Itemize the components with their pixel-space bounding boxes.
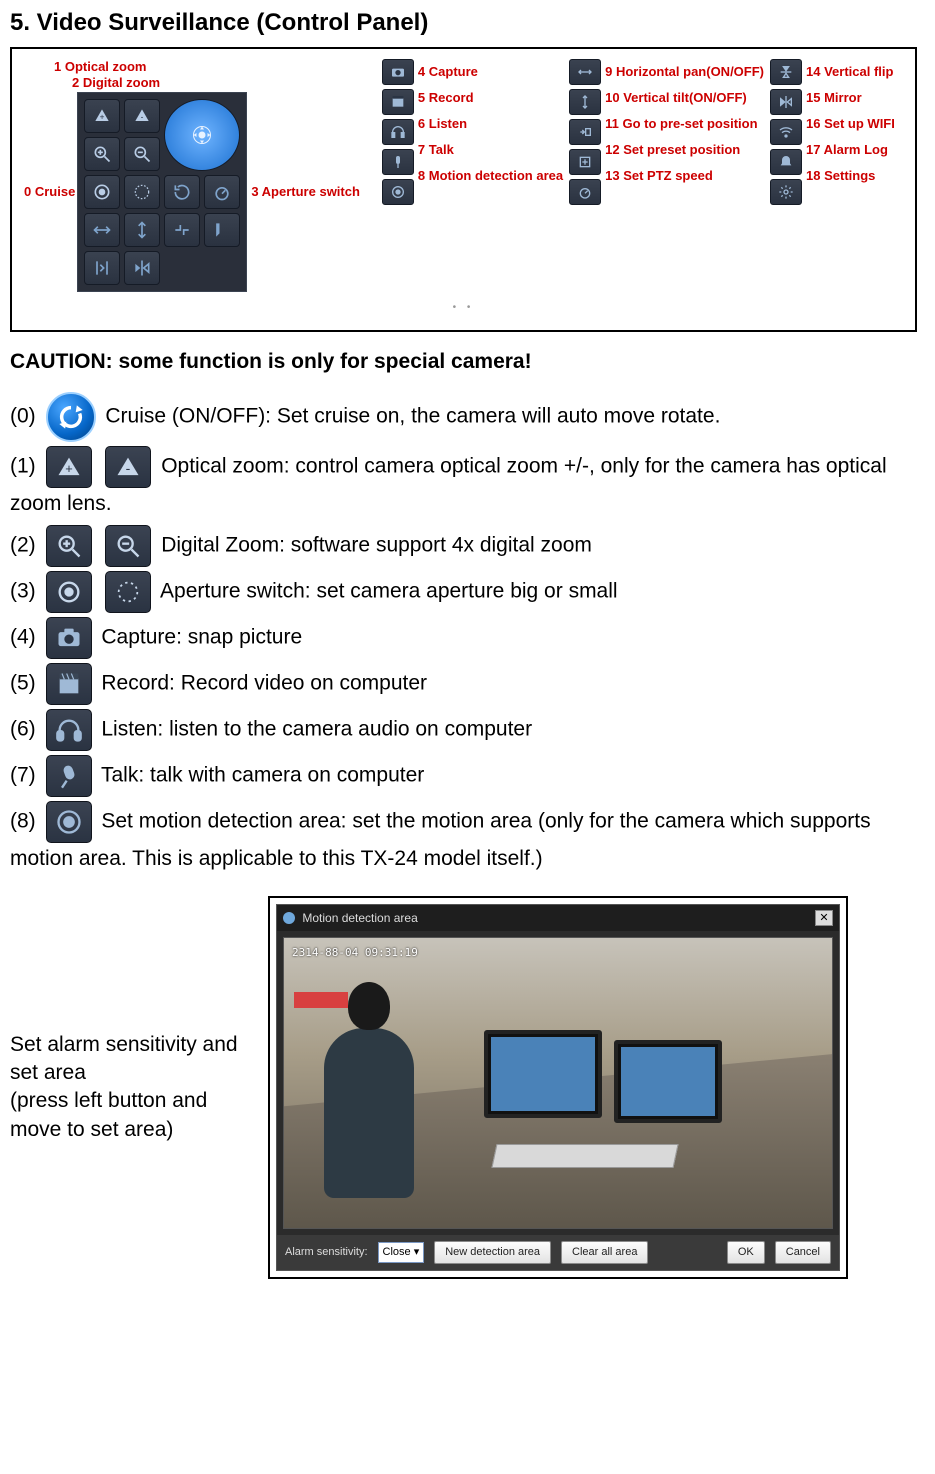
listen-icon — [382, 119, 414, 145]
motion-area-icon — [382, 179, 414, 205]
md-video-area[interactable]: 2314-88-04 09:31:19 — [283, 937, 833, 1229]
alarm-log-icon — [770, 149, 802, 175]
label-capture: 4 Capture — [418, 59, 563, 85]
label-talk: 7 Talk — [418, 137, 563, 163]
vertical-tilt-button[interactable] — [124, 213, 160, 247]
svg-text:-: - — [126, 460, 131, 476]
label-vtilt: 10 Vertical tilt(ON/OFF) — [605, 85, 764, 111]
digital-zoom-out-button[interactable] — [124, 137, 160, 171]
md-selection-box — [294, 992, 348, 1008]
optical-zoom-out-icon: - — [105, 446, 151, 488]
label-ptzspeed: 13 Set PTZ speed — [605, 163, 764, 189]
capture-icon — [382, 59, 414, 85]
svg-text:-: - — [141, 112, 144, 122]
zoom-out-optical-button[interactable]: - — [124, 99, 160, 133]
md-new-area-button[interactable]: New detection area — [434, 1241, 551, 1264]
item-4: (4) Capture: snap picture — [10, 617, 917, 659]
cruise-button[interactable] — [164, 175, 200, 209]
md-ok-button[interactable]: OK — [727, 1241, 765, 1264]
digital-zoom-in-button[interactable] — [84, 137, 120, 171]
control-panel-grid: + - — [77, 92, 247, 292]
aperture-close-button[interactable] — [84, 175, 120, 209]
close-button[interactable]: ✕ — [815, 910, 833, 926]
item-6: (6) Listen: listen to the camera audio o… — [10, 709, 917, 751]
svg-text:+: + — [100, 112, 105, 122]
talk-icon — [382, 149, 414, 175]
cruise-icon — [46, 392, 96, 442]
ellipsis: • • — [24, 300, 903, 316]
ptz-speed-icon[interactable] — [204, 175, 240, 209]
label-motion: 8 Motion detection area — [418, 163, 563, 189]
set-preset-button[interactable] — [204, 213, 240, 247]
mirror-button[interactable] — [124, 251, 160, 285]
optical-zoom-in-icon: + — [46, 446, 92, 488]
md-sensitivity-select[interactable]: Close ▾ — [378, 1242, 425, 1263]
item-2: (2) Digital Zoom: software support 4x di… — [10, 525, 917, 567]
label-cruise: 0 Cruise — [24, 182, 77, 202]
item-0: (0) Cruise (ON/OFF): Set cruise on, the … — [10, 392, 917, 442]
vflip-icon — [770, 59, 802, 85]
motion-area-icon-box — [46, 801, 92, 843]
goto-preset-icon — [569, 119, 601, 145]
md-cancel-button[interactable]: Cancel — [775, 1241, 831, 1264]
caution-text: CAUTION: some function is only for speci… — [10, 346, 917, 379]
capture-icon-box — [46, 617, 92, 659]
label-alarmlog: 17 Alarm Log — [806, 137, 895, 163]
label-digital-zoom: 2 Digital zoom — [54, 75, 160, 91]
horizontal-pan-button[interactable] — [84, 213, 120, 247]
record-icon — [382, 89, 414, 115]
flip-button[interactable] — [84, 251, 120, 285]
item-5: (5) Record: Record video on computer — [10, 663, 917, 705]
label-optical-zoom: 1 Optical zoom — [54, 59, 160, 75]
label-aperture: 3 Aperture switch — [247, 182, 362, 202]
md-window-title: Motion detection area — [302, 911, 417, 925]
label-record: 5 Record — [418, 85, 563, 111]
motion-area-note: Set alarm sensitivity and set area (pres… — [10, 1031, 250, 1144]
hpan-icon — [569, 59, 601, 85]
svg-text:+: + — [65, 461, 73, 476]
aperture-small-icon — [46, 571, 92, 613]
md-sensitivity-label: Alarm sensitivity: — [285, 1244, 368, 1261]
label-goto: 11 Go to pre-set position — [605, 111, 764, 137]
ptz-joystick[interactable] — [164, 99, 240, 171]
md-timestamp: 2314-88-04 09:31:19 — [292, 944, 418, 961]
label-vflip: 14 Vertical flip — [806, 59, 895, 85]
aperture-big-icon — [105, 571, 151, 613]
listen-icon-box — [46, 709, 92, 751]
digital-zoom-in-icon — [46, 525, 92, 567]
motion-detection-window-frame: Motion detection area ✕ 2314-88-04 09:31… — [268, 896, 848, 1280]
label-setpreset: 12 Set preset position — [605, 137, 764, 163]
label-mirror: 15 Mirror — [806, 85, 895, 111]
label-hpan: 9 Horizontal pan(ON/OFF) — [605, 59, 764, 85]
label-wifi: 16 Set up WIFI — [806, 111, 895, 137]
wifi-icon — [770, 119, 802, 145]
settings-icon — [770, 179, 802, 205]
record-icon-box — [46, 663, 92, 705]
md-clear-area-button[interactable]: Clear all area — [561, 1241, 648, 1264]
vtilt-icon — [569, 89, 601, 115]
md-app-icon — [283, 912, 295, 924]
control-panel-diagram: 1 Optical zoom 2 Digital zoom 0 Cruise +… — [10, 47, 917, 332]
zoom-in-optical-button[interactable]: + — [84, 99, 120, 133]
item-7: (7) Talk: talk with camera on computer — [10, 755, 917, 797]
set-preset-icon — [569, 149, 601, 175]
page-title: 5. Video Surveillance (Control Panel) — [10, 4, 917, 41]
digital-zoom-out-icon — [105, 525, 151, 567]
aperture-open-button[interactable] — [124, 175, 160, 209]
item-1: (1) + - Optical zoom: control camera opt… — [10, 446, 917, 521]
mirror-icon2 — [770, 89, 802, 115]
item-3: (3) Aperture switch: set camera aperture… — [10, 571, 917, 613]
goto-preset-button[interactable] — [164, 213, 200, 247]
label-settings: 18 Settings — [806, 163, 895, 189]
label-listen: 6 Listen — [418, 111, 563, 137]
talk-icon-box — [46, 755, 92, 797]
ptz-speed-icon2 — [569, 179, 601, 205]
item-8: (8) Set motion detection area: set the m… — [10, 801, 917, 876]
